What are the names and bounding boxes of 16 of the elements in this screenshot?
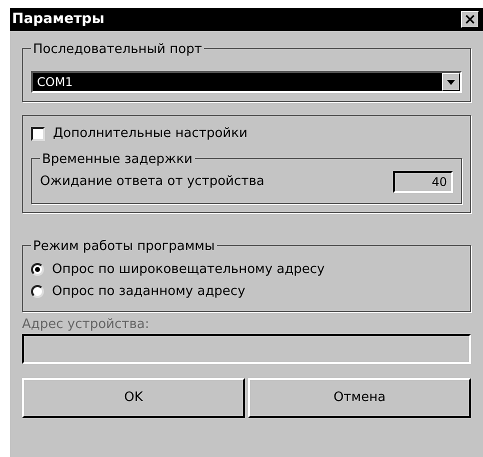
radio-label: Опрос по широковещательному адресу bbox=[52, 260, 325, 279]
dialog-button[interactable]: Отмена bbox=[248, 378, 471, 418]
delay-field[interactable]: 40 bbox=[393, 170, 453, 192]
dialog-button[interactable]: OK bbox=[22, 378, 245, 418]
delay-label: Ожидание ответа от устройства bbox=[40, 172, 264, 191]
window-title: Параметры bbox=[12, 10, 104, 29]
port-dropdown[interactable]: COM1 bbox=[31, 71, 462, 93]
radio-button[interactable] bbox=[31, 263, 44, 276]
radio-button[interactable] bbox=[31, 285, 44, 298]
address-field[interactable] bbox=[22, 334, 471, 364]
radio-label: Опрос по заданному адресу bbox=[52, 282, 246, 301]
checkbox[interactable] bbox=[31, 126, 45, 141]
close-button[interactable]: × bbox=[461, 11, 479, 28]
group-title: Режим работы программы bbox=[31, 236, 217, 256]
checkbox-label: Дополнительные настройки bbox=[53, 125, 248, 143]
address-label: Адрес устройства: bbox=[22, 316, 150, 334]
